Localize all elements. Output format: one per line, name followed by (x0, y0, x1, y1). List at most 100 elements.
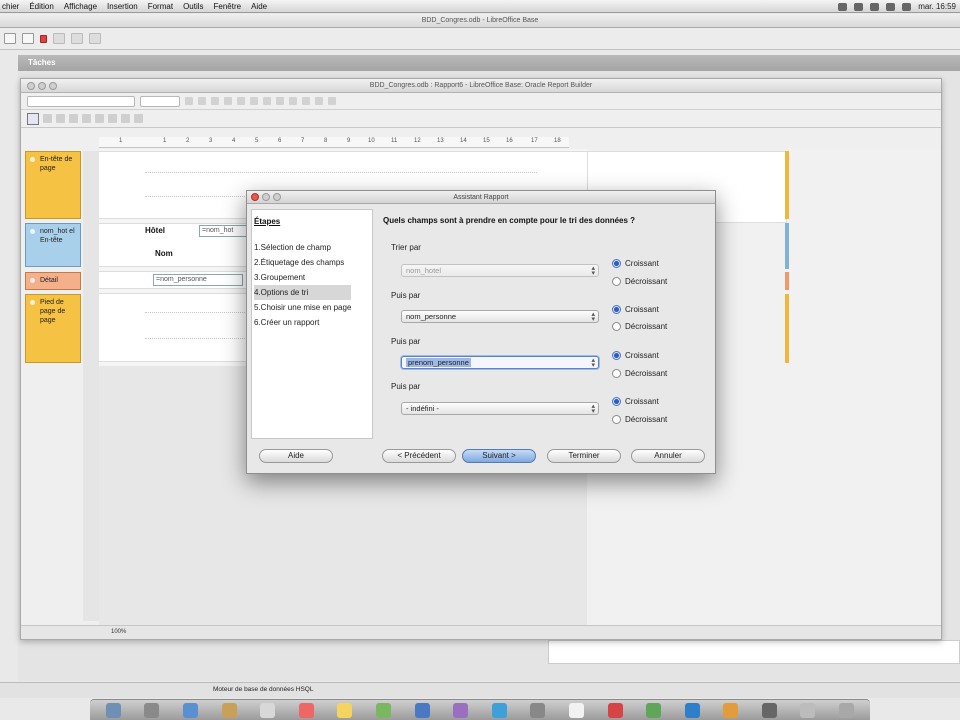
terminal-icon[interactable] (761, 702, 777, 718)
calendar-icon[interactable] (298, 702, 314, 718)
trash-icon[interactable] (839, 702, 855, 718)
messages-icon[interactable] (375, 702, 391, 718)
back-button[interactable]: < Précédent (382, 449, 456, 463)
field-list-icon[interactable] (328, 97, 336, 105)
volume-icon[interactable] (886, 2, 896, 11)
underline-icon[interactable] (211, 97, 219, 105)
section-page-header[interactable]: En-tête de page (25, 151, 81, 219)
step-grouping[interactable]: 3.Groupement (254, 270, 351, 285)
photos-icon[interactable] (453, 702, 469, 718)
text-field-icon[interactable] (82, 114, 91, 123)
zoom-level[interactable]: 100% (111, 629, 126, 635)
libreoffice-icon[interactable] (568, 702, 584, 718)
line-icon[interactable] (56, 114, 65, 123)
sort-field-4-select[interactable]: - indéfini - ▴ ▾ (401, 402, 599, 415)
nom-label[interactable]: Nom (155, 249, 173, 258)
section-detail[interactable]: Détail (25, 272, 81, 290)
align-tools-icon[interactable] (121, 114, 130, 123)
style-combo[interactable] (27, 95, 135, 107)
cut-icon[interactable] (53, 33, 65, 44)
font-size-combo[interactable] (140, 95, 180, 107)
sort-field-2-select[interactable]: nom_personne ▴ ▾ (401, 310, 599, 323)
menu-format[interactable]: Format (143, 2, 178, 11)
calc-icon[interactable] (646, 702, 662, 718)
notes-icon[interactable] (337, 702, 353, 718)
undo-icon[interactable] (289, 97, 297, 105)
sort-4-ascending-radio[interactable]: Croissant (612, 397, 659, 406)
size-tools-icon[interactable] (134, 114, 143, 123)
finder-icon[interactable] (105, 702, 121, 718)
clock[interactable]: mar. 16:59 (918, 2, 956, 11)
contacts-icon[interactable] (260, 702, 276, 718)
sort-2-ascending-radio[interactable]: Croissant (612, 305, 659, 314)
preferences-icon[interactable] (530, 702, 546, 718)
copy-icon[interactable] (71, 33, 83, 44)
grid-icon[interactable] (315, 97, 323, 105)
paste-icon[interactable] (89, 33, 101, 44)
sort-3-descending-radio[interactable]: Décroissant (612, 369, 667, 378)
font-color-icon[interactable] (263, 97, 271, 105)
align-center-icon[interactable] (237, 97, 245, 105)
menu-aide[interactable]: Aide (246, 2, 272, 11)
menu-fenetre[interactable]: Fenêtre (209, 2, 247, 11)
zoom-icon[interactable] (43, 114, 52, 123)
label-icon[interactable] (69, 114, 78, 123)
sort-2-descending-radio[interactable]: Décroissant (612, 322, 667, 331)
database-icon[interactable] (4, 33, 16, 44)
step-field-selection[interactable]: 1.Sélection de champ (254, 240, 351, 255)
launchpad-icon[interactable] (144, 702, 160, 718)
save-icon[interactable] (22, 33, 34, 44)
image-icon[interactable] (95, 114, 104, 123)
menu-edition[interactable]: Édition (24, 2, 58, 11)
battery-icon[interactable] (902, 2, 912, 11)
chart-icon[interactable] (108, 114, 117, 123)
step-layout[interactable]: 5.Choisir une mise en page (254, 300, 351, 315)
writer-icon[interactable] (684, 702, 700, 718)
impress-icon[interactable] (723, 702, 739, 718)
acrobat-icon[interactable] (607, 702, 623, 718)
sort-field-3-select[interactable]: prenom_personne ▴ ▾ (401, 356, 599, 369)
italic-icon[interactable] (198, 97, 206, 105)
dialog-minimize-button[interactable] (262, 193, 270, 201)
minimize-window-button[interactable] (38, 82, 46, 90)
section-group-header[interactable]: nom_hot el En-tête (25, 223, 81, 267)
finish-button[interactable]: Terminer (547, 449, 621, 463)
itunes-icon[interactable] (414, 702, 430, 718)
sort-1-ascending-radio[interactable]: Croissant (612, 259, 659, 268)
cancel-button[interactable]: Annuler (631, 449, 705, 463)
sort-1-descending-radio[interactable]: Décroissant (612, 277, 667, 286)
sort-3-ascending-radio[interactable]: Croissant (612, 351, 659, 360)
background-color-icon[interactable] (276, 97, 284, 105)
help-button[interactable]: Aide (259, 449, 333, 463)
sort-4-descending-radio[interactable]: Décroissant (612, 415, 667, 424)
align-left-icon[interactable] (224, 97, 232, 105)
close-doc-icon[interactable] (40, 34, 47, 43)
menu-insertion[interactable]: Insertion (102, 2, 143, 11)
dialog-zoom-button[interactable] (273, 193, 281, 201)
section-page-footer[interactable]: Pied de page de page (25, 294, 81, 363)
safari-icon[interactable] (182, 702, 198, 718)
step-create-report[interactable]: 6.Créer un rapport (254, 315, 351, 330)
dialog-close-button[interactable] (251, 193, 259, 201)
step-field-labels[interactable]: 2.Étiquetage des champs (254, 255, 351, 270)
redo-icon[interactable] (302, 97, 310, 105)
dropbox-icon[interactable] (838, 2, 848, 11)
menu-affichage[interactable]: Affichage (59, 2, 102, 11)
zoom-window-button[interactable] (49, 82, 57, 90)
mail-icon[interactable] (221, 702, 237, 718)
downloads-icon[interactable] (800, 702, 816, 718)
bluetooth-icon[interactable] (854, 2, 864, 11)
select-tool-icon[interactable] (27, 112, 39, 125)
align-right-icon[interactable] (250, 97, 258, 105)
bold-icon[interactable] (185, 97, 193, 105)
step-sort-options[interactable]: 4.Options de tri (254, 285, 352, 300)
hotel-label[interactable]: Hôtel (145, 226, 165, 235)
sort-field-1-select[interactable]: nom_hotel ▴ ▾ (401, 264, 599, 277)
close-window-button[interactable] (27, 82, 35, 90)
menu-fichier[interactable]: chier (0, 2, 24, 11)
next-button[interactable]: Suivant > (462, 449, 536, 463)
nom-field[interactable]: =nom_personne (153, 274, 243, 286)
app-store-icon[interactable] (491, 702, 507, 718)
menu-outils[interactable]: Outils (178, 2, 208, 11)
wifi-icon[interactable] (870, 2, 880, 11)
